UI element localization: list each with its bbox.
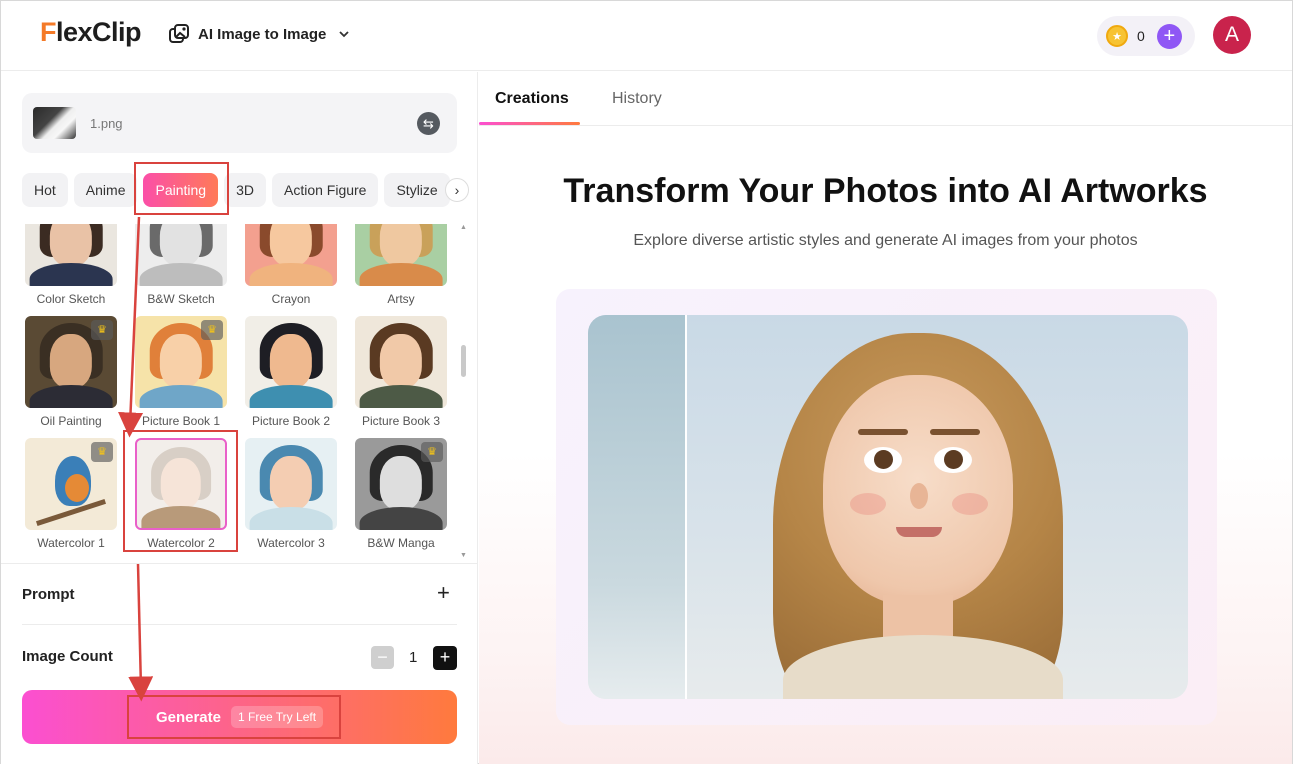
style-thumbnail xyxy=(355,316,447,408)
style-tile-color-sketch[interactable]: Color Sketch xyxy=(25,224,117,306)
logo-initial: F xyxy=(40,17,57,47)
credits-pill[interactable]: ★ 0 + xyxy=(1097,16,1195,56)
style-thumbnail xyxy=(355,224,447,286)
section-divider xyxy=(22,624,457,625)
chevron-down-icon xyxy=(339,31,350,38)
add-credits-button[interactable]: + xyxy=(1156,23,1182,49)
style-thumbnail: ♛ xyxy=(135,316,227,408)
user-avatar[interactable]: A xyxy=(1213,16,1251,54)
scrollbar-thumb[interactable] xyxy=(461,345,466,377)
annotation-box-painting xyxy=(134,162,229,215)
page-title: Transform Your Photos into AI Artworks xyxy=(563,172,1208,210)
style-tile-crayon[interactable]: Crayon xyxy=(245,224,337,306)
prompt-label: Prompt xyxy=(22,586,75,603)
style-tile-oil-painting[interactable]: ♛ Oil Painting xyxy=(25,316,117,428)
chevron-right-icon[interactable]: › xyxy=(445,178,469,202)
image-count-value: 1 xyxy=(409,649,418,666)
tab-creations[interactable]: Creations xyxy=(495,90,569,108)
showcase-card xyxy=(556,289,1217,725)
style-label: Crayon xyxy=(271,292,311,306)
category-tab-stylize[interactable]: Stylize xyxy=(384,173,450,207)
section-divider xyxy=(1,563,478,564)
style-label: Picture Book 2 xyxy=(251,414,331,428)
style-thumbnail xyxy=(25,224,117,286)
style-category-tabs: Hot Anime Painting 3D Action Figure Styl… xyxy=(22,173,450,207)
image-count-decrease-button[interactable]: − xyxy=(371,646,394,669)
scroll-up-arrow-icon[interactable]: ▲ xyxy=(460,224,467,231)
style-label: B&W Manga xyxy=(367,536,435,550)
style-label: Watercolor 1 xyxy=(37,536,105,550)
right-panel: Creations History Transform Your Photos … xyxy=(479,72,1292,764)
image-to-image-icon xyxy=(169,24,189,43)
tab-history[interactable]: History xyxy=(612,90,662,108)
style-label: Artsy xyxy=(387,292,415,306)
flexclip-logo[interactable]: FlexClip xyxy=(40,17,142,48)
style-tile-picture-book-3[interactable]: Picture Book 3 xyxy=(355,316,447,428)
credit-count: 0 xyxy=(1137,28,1145,44)
style-thumbnail: ♛ xyxy=(25,438,117,530)
style-tile-watercolor-3[interactable]: Watercolor 3 xyxy=(245,438,337,550)
image-count-label: Image Count xyxy=(22,648,113,665)
style-label: Color Sketch xyxy=(36,292,106,306)
premium-crown-icon: ♛ xyxy=(91,442,113,462)
style-label: B&W Sketch xyxy=(147,292,215,306)
premium-crown-icon: ♛ xyxy=(201,320,223,340)
result-tabs: Creations History xyxy=(479,72,1292,126)
style-tile-watercolor-1[interactable]: ♛ Watercolor 1 xyxy=(25,438,117,550)
before-after-preview-image xyxy=(588,315,1188,699)
logo-rest: lexClip xyxy=(56,17,142,47)
tool-name: AI Image to Image xyxy=(198,25,327,43)
tool-selector[interactable]: AI Image to Image xyxy=(168,23,350,45)
uploaded-image-thumbnail xyxy=(33,107,76,139)
style-thumbnail xyxy=(135,224,227,286)
style-label: Picture Book 1 xyxy=(141,414,221,428)
category-tab-3d[interactable]: 3D xyxy=(224,173,266,207)
premium-crown-icon: ♛ xyxy=(421,442,443,462)
style-thumbnail xyxy=(245,316,337,408)
premium-crown-icon: ♛ xyxy=(91,320,113,340)
style-tile-bw-manga[interactable]: ♛ B&W Manga xyxy=(355,438,447,550)
annotation-box-watercolor-2 xyxy=(123,430,238,552)
style-label: Picture Book 3 xyxy=(361,414,441,428)
left-panel: 1.png ⇆ Hot Anime Painting 3D Action Fig… xyxy=(1,72,478,764)
category-tab-action-figure[interactable]: Action Figure xyxy=(271,173,379,207)
style-tile-artsy[interactable]: Artsy xyxy=(355,224,447,306)
style-thumbnail xyxy=(245,224,337,286)
add-prompt-plus-icon[interactable]: + xyxy=(437,580,450,606)
uploaded-file-bar: 1.png ⇆ xyxy=(22,93,457,153)
comparison-divider-handle[interactable] xyxy=(685,315,687,699)
category-tab-hot[interactable]: Hot xyxy=(22,173,68,207)
style-thumbnail xyxy=(245,438,337,530)
coin-icon: ★ xyxy=(1106,25,1128,47)
style-label: Watercolor 3 xyxy=(257,536,325,550)
style-thumbnail: ♛ xyxy=(25,316,117,408)
page-subtitle: Explore diverse artistic styles and gene… xyxy=(633,232,1138,249)
style-tile-bw-sketch[interactable]: B&W Sketch xyxy=(135,224,227,306)
style-thumbnail: ♛ xyxy=(355,438,447,530)
image-count-increase-button[interactable]: + xyxy=(433,646,457,670)
style-tile-picture-book-1[interactable]: ♛ Picture Book 1 xyxy=(135,316,227,428)
style-label: Oil Painting xyxy=(40,414,102,428)
replace-image-icon[interactable]: ⇆ xyxy=(417,112,440,135)
annotation-box-generate xyxy=(127,695,341,739)
category-tab-anime[interactable]: Anime xyxy=(73,173,138,207)
style-grid-scrollbar[interactable]: ▲ ▼ xyxy=(460,224,468,559)
scroll-down-arrow-icon[interactable]: ▼ xyxy=(460,552,467,559)
original-photo-half xyxy=(588,315,686,699)
file-name: 1.png xyxy=(90,116,123,131)
active-tab-indicator xyxy=(479,122,580,125)
top-header: FlexClip AI Image to Image ★ 0 + A xyxy=(1,1,1292,71)
style-tile-picture-book-2[interactable]: Picture Book 2 xyxy=(245,316,337,428)
